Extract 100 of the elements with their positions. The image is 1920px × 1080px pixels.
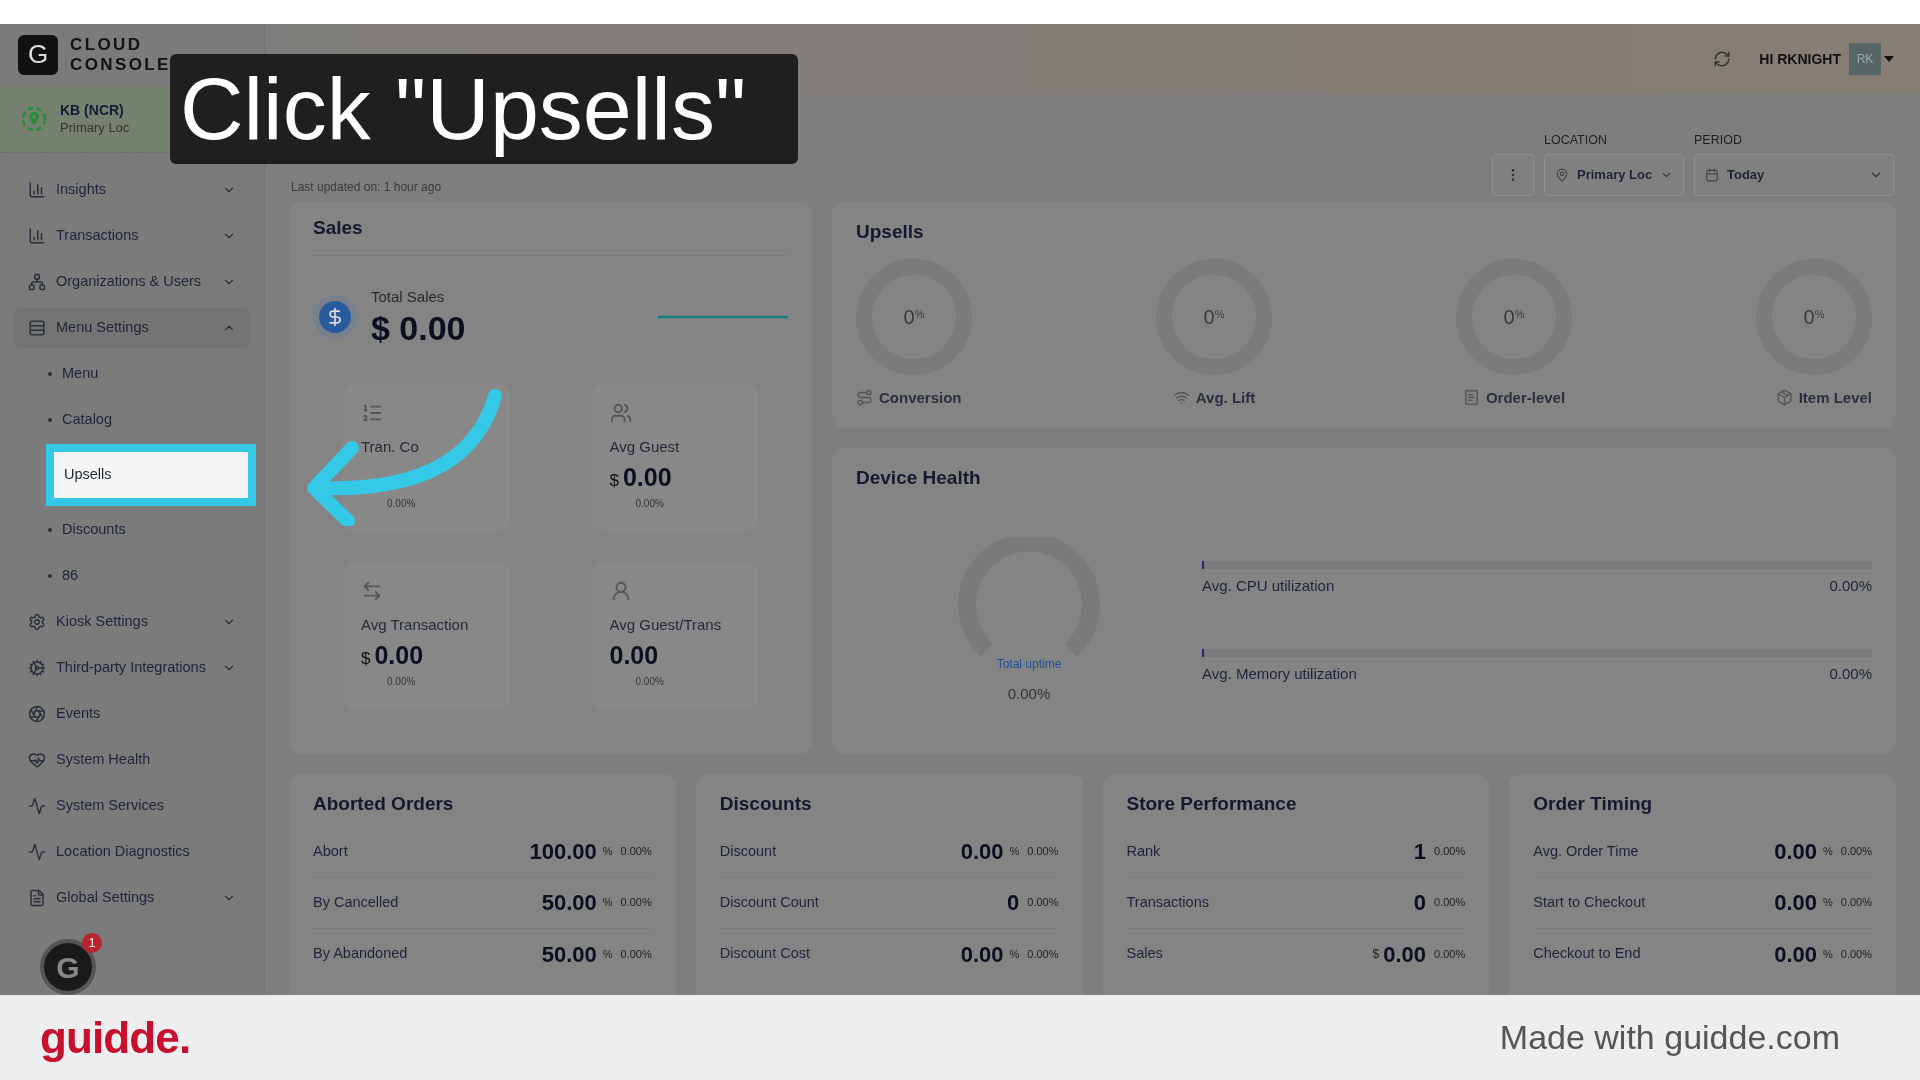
metric-change: 0.00% <box>635 496 665 511</box>
route-icon <box>856 389 873 407</box>
card-title: Order Timing <box>1533 792 1654 816</box>
metric-value: 0.00 <box>622 461 672 493</box>
row-label: Discount Count <box>719 892 820 912</box>
bullet-icon <box>48 574 52 578</box>
nav-item[interactable]: Events <box>14 694 250 734</box>
metric-label: Tran. Co <box>361 437 420 457</box>
nav-subitem[interactable]: Discounts <box>14 507 250 553</box>
row-change: 0.00% <box>1840 946 1872 962</box>
row-change: 0.00% <box>620 844 652 860</box>
uptime-label: Total uptime <box>996 655 1062 673</box>
caret-icon[interactable] <box>1884 56 1894 62</box>
dollar-icon <box>313 294 357 339</box>
card-title: Aborted Orders <box>313 792 455 816</box>
row-label: Discount Cost <box>719 944 811 964</box>
row-label: Abort <box>313 841 349 861</box>
unit-text: % <box>1009 844 1020 860</box>
filter-dropdown[interactable]: Primary Loc <box>1544 154 1684 196</box>
settings-icon <box>28 613 46 631</box>
gauge-value: 0$^{%}$ <box>1803 304 1825 330</box>
cog-icon <box>28 659 46 677</box>
metric-label: Avg Guest <box>609 437 681 457</box>
row-label: Start to Checkout <box>1533 892 1647 912</box>
nav-item[interactable]: Menu Settings <box>14 308 250 348</box>
document-icon <box>28 889 46 907</box>
row-value: 0.00 <box>960 940 1004 969</box>
row-value: 100.00 <box>529 838 597 866</box>
row-change: 0.00% <box>1840 895 1872 911</box>
meter-reading: 0.00% <box>1829 664 1872 684</box>
gauge-value: 0$^{%}$ <box>1203 304 1225 330</box>
currency-sign: $ <box>361 647 371 670</box>
nav-item[interactable]: Insights <box>14 170 250 210</box>
uptime-value: 0.00% <box>1007 683 1051 704</box>
currency-sign: $ <box>1372 946 1380 963</box>
calendar-icon <box>1705 168 1719 182</box>
row-value: 0.00 <box>1774 889 1817 917</box>
receipt-icon <box>1462 389 1480 407</box>
row-value: 1 <box>1413 838 1427 866</box>
row-label: Sales <box>1126 944 1164 964</box>
unit-text: % <box>602 946 613 962</box>
meter-label: Avg. Memory utilization <box>1202 664 1357 684</box>
nav-subitem[interactable]: Catalog <box>14 397 250 443</box>
row-change: 0.00% <box>1434 895 1466 911</box>
meter-label: Avg. CPU utilization <box>1202 575 1335 596</box>
row-change: 0.00% <box>620 946 652 962</box>
nav-item[interactable]: Transactions <box>14 216 250 256</box>
filter-dropdown[interactable]: Today <box>1694 154 1894 196</box>
refresh-icon[interactable] <box>1713 50 1732 68</box>
nav-item[interactable]: Global Settings <box>14 878 250 918</box>
card-title: Discounts <box>719 792 813 816</box>
nav-subitem[interactable]: Upsells <box>46 444 256 506</box>
brand-logo: guidde. <box>40 1011 191 1064</box>
row-label: Checkout to End <box>1533 944 1642 964</box>
card-title: Sales <box>313 214 788 256</box>
pulse-icon <box>28 843 46 861</box>
filter-label: PERIOD <box>1694 132 1743 150</box>
gauge-value: 0$^{%}$ <box>1503 304 1525 330</box>
gauge-label: Conversion <box>879 387 962 408</box>
nav-item[interactable]: System Services <box>14 786 250 826</box>
nav-item[interactable]: Organizations & Users <box>14 262 250 302</box>
box-icon <box>1775 389 1793 407</box>
chart-icon <box>28 181 46 199</box>
filter-label: LOCATION <box>1544 132 1608 150</box>
nav-item[interactable]: Location Diagnostics <box>14 832 250 872</box>
unit-text: % <box>1823 946 1833 962</box>
currency-sign: $ <box>609 469 619 492</box>
location-type: Primary Loc <box>60 118 130 137</box>
user-greeting: HI RKNIGHT <box>1759 49 1841 69</box>
logo-mark: G <box>18 34 58 75</box>
unit-text: % <box>1009 946 1020 962</box>
row-label: Transactions <box>1126 892 1210 912</box>
nav-item[interactable]: Kiosk Settings <box>14 602 250 642</box>
heart-icon <box>28 751 46 769</box>
pulse-icon <box>28 797 46 815</box>
card-title: Device Health <box>856 466 982 490</box>
nav-item[interactable]: System Health <box>14 740 250 780</box>
gauge-label: Order-level <box>1485 387 1566 408</box>
list-icon <box>28 319 46 337</box>
bullet-icon <box>48 418 52 422</box>
gauge-label: Item Level <box>1798 387 1872 408</box>
nav-subitem[interactable]: Menu <box>14 351 250 397</box>
row-change: 0.00% <box>620 895 652 911</box>
instruction-callout: Click "Upsells" <box>170 54 798 164</box>
logo-text: CONSOLE <box>70 54 171 75</box>
metric-change: 0.00% <box>387 496 417 511</box>
nav-subitem[interactable]: 86 <box>14 553 250 599</box>
metric-label: Avg Transaction <box>361 615 470 635</box>
card-title: Upsells <box>856 220 925 244</box>
user-avatar[interactable]: RK <box>1849 43 1881 75</box>
location-name: KB (NCR) <box>60 100 125 119</box>
row-value: 50.00 <box>541 940 597 969</box>
hierarchy-icon <box>28 273 46 291</box>
total-sales-label: Total Sales <box>371 286 446 307</box>
row-label: By Abandoned <box>313 944 409 964</box>
row-label: By Cancelled <box>313 892 400 912</box>
nav-item[interactable]: Third-party Integrations <box>14 648 250 688</box>
total-sales-value: $ 0.00 <box>371 308 466 348</box>
meter-reading: 0.00% <box>1829 575 1872 596</box>
row-value: 50.00 <box>541 889 597 917</box>
